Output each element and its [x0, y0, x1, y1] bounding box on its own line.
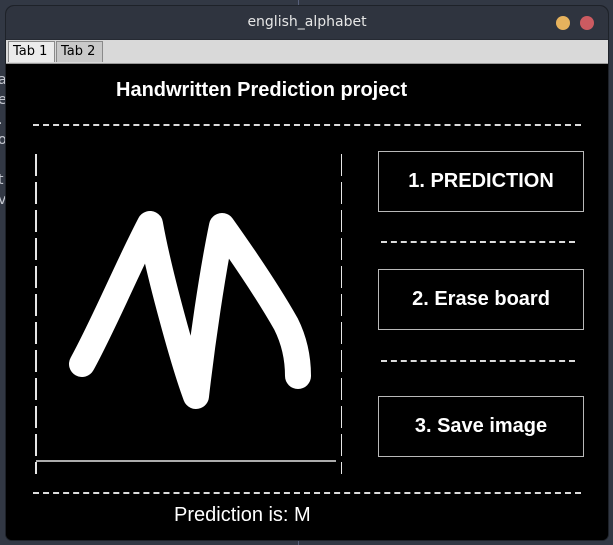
erase-board-button[interactable]: 2. Erase board	[378, 269, 584, 330]
save-image-button[interactable]: 3. Save image	[378, 396, 584, 457]
divider-buttons-1	[381, 241, 575, 243]
prediction-button[interactable]: 1. PREDICTION	[378, 151, 584, 212]
divider-top	[33, 124, 581, 126]
divider-buttons-2	[381, 360, 575, 362]
window-title: english_alphabet	[247, 14, 367, 30]
prediction-result: Prediction is: M	[174, 504, 311, 526]
titlebar[interactable]: english_alphabet	[6, 6, 608, 40]
divider-bottom	[33, 492, 581, 494]
main-content: Handwritten Prediction project 1. PREDIC…	[6, 64, 608, 540]
tab-1[interactable]: Tab 1	[8, 41, 55, 62]
close-button[interactable]	[580, 16, 594, 30]
app-window: english_alphabet Tab 1 Tab 2 Handwritten…	[6, 6, 608, 540]
drawing-canvas[interactable]	[34, 154, 342, 474]
handwritten-stroke	[69, 211, 311, 409]
tab-2[interactable]: Tab 2	[56, 41, 103, 62]
page-title: Handwritten Prediction project	[116, 79, 408, 101]
minimize-button[interactable]	[556, 16, 570, 30]
tab-bar: Tab 1 Tab 2	[6, 40, 608, 64]
